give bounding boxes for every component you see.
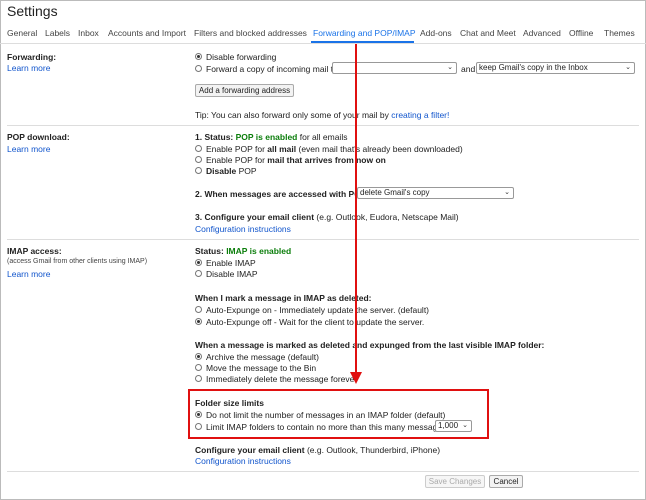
divider	[7, 239, 639, 240]
move-to-bin-radio[interactable]	[195, 364, 202, 371]
chevron-down-icon: ⌄	[625, 64, 631, 71]
chevron-down-icon: ⌄	[447, 64, 453, 71]
pop-all-mail-radio[interactable]	[195, 145, 202, 152]
forwarding-label: Forwarding:	[7, 52, 57, 62]
move-to-bin-label: Move the message to the Bin	[206, 363, 317, 373]
page-title: Settings	[7, 3, 58, 19]
tab-filters[interactable]: Filters and blocked addresses	[194, 28, 307, 38]
imap-status-value: IMAP is enabled	[226, 246, 292, 256]
opt1-bold: all mail	[267, 144, 297, 154]
tab-chat-meet[interactable]: Chat and Meet	[460, 28, 516, 38]
imap-configure-suffix: (e.g. Outlook, Thunderbird, iPhone)	[306, 445, 441, 455]
keep-copy-value: keep Gmail's copy in the Inbox	[479, 63, 588, 72]
imap-status-prefix: Status:	[195, 246, 224, 256]
imap-learn-more[interactable]: Learn more	[7, 269, 50, 279]
auto-expunge-on-radio[interactable]	[195, 306, 202, 313]
tab-advanced[interactable]: Advanced	[523, 28, 561, 38]
forward-copy-label: Forward a copy of incoming mail to	[206, 64, 338, 74]
tab-inbox[interactable]: Inbox	[78, 28, 99, 38]
pop-configure: 3. Configure your email client (e.g. Out…	[195, 212, 459, 222]
annotation-arrow-line	[355, 44, 357, 374]
forward-address-select[interactable]: ⌄	[332, 62, 457, 74]
opt3-suffix: POP	[238, 166, 257, 176]
save-changes-button[interactable]: Save Changes	[425, 475, 485, 488]
active-tab-indicator	[311, 41, 414, 43]
disable-forwarding-radio[interactable]	[195, 53, 202, 60]
keep-copy-select[interactable]: keep Gmail's copy in the Inbox ⌄	[476, 62, 635, 74]
divider	[7, 471, 639, 472]
pop-all-mail-label: Enable POP for all mail (even mail that'…	[206, 144, 463, 154]
enable-imap-label: Enable IMAP	[206, 258, 256, 268]
pop-from-now-label: Enable POP for mail that arrives from no…	[206, 155, 386, 165]
tab-forwarding[interactable]: Forwarding and POP/IMAP	[313, 28, 416, 38]
settings-tabs: General Labels Inbox Accounts and Import…	[0, 27, 646, 44]
delete-forever-radio[interactable]	[195, 375, 202, 382]
archive-radio[interactable]	[195, 353, 202, 360]
pop-status-prefix: 1. Status:	[195, 132, 234, 142]
imap-configuration-link[interactable]: Configuration instructions	[195, 456, 291, 466]
tab-accounts[interactable]: Accounts and Import	[108, 28, 186, 38]
add-forwarding-address-button[interactable]: Add a forwarding address	[195, 84, 294, 97]
imap-access-label: IMAP access:	[7, 246, 62, 256]
forward-copy-radio[interactable]	[195, 65, 202, 72]
disable-imap-radio[interactable]	[195, 270, 202, 277]
imap-expunged-heading: When a message is marked as deleted and …	[195, 340, 545, 350]
tab-addons[interactable]: Add-ons	[420, 28, 452, 38]
delete-forever-label: Immediately delete the message forever	[206, 374, 358, 384]
disable-imap-label: Disable IMAP	[206, 269, 258, 279]
auto-expunge-off-radio[interactable]	[195, 318, 202, 325]
tab-general[interactable]: General	[7, 28, 37, 38]
forwarding-tip: Tip: You can also forward only some of y…	[195, 110, 449, 120]
pop-configure-heading: 3. Configure your email client	[195, 212, 315, 222]
opt3-bold: Disable	[206, 166, 237, 176]
annotation-arrow-head	[350, 372, 362, 384]
pop-configuration-link[interactable]: Configuration instructions	[195, 224, 291, 234]
pop-download-label: POP download:	[7, 132, 70, 142]
tab-labels[interactable]: Labels	[45, 28, 70, 38]
cancel-button[interactable]: Cancel	[489, 475, 523, 488]
and-label: and	[461, 64, 476, 74]
imap-configure-heading: Configure your email client	[195, 445, 305, 455]
opt2-prefix: Enable POP for	[206, 155, 265, 165]
pop-action-value: delete Gmail's copy	[360, 188, 430, 197]
imap-deleted-heading: When I mark a message in IMAP as deleted…	[195, 293, 372, 303]
divider	[7, 125, 639, 126]
pop-disable-label: Disable POP	[206, 166, 257, 176]
pop-when-accessed-label: 2. When messages are accessed with POP	[195, 189, 367, 199]
pop-status-value: POP is enabled	[235, 132, 298, 142]
imap-configure: Configure your email client (e.g. Outloo…	[195, 445, 440, 455]
imap-access-sub: (access Gmail from other clients using I…	[7, 258, 148, 265]
auto-expunge-on-label: Auto-Expunge on - Immediately update the…	[206, 305, 430, 315]
archive-label: Archive the message (default)	[206, 352, 319, 362]
enable-imap-radio[interactable]	[195, 259, 202, 266]
pop-from-now-radio[interactable]	[195, 156, 202, 163]
pop-action-select[interactable]: delete Gmail's copy ⌄	[357, 187, 514, 199]
pop-learn-more[interactable]: Learn more	[7, 144, 50, 154]
pop-status: 1. Status: POP is enabled for all emails	[195, 132, 347, 142]
opt1-prefix: Enable POP for	[206, 144, 265, 154]
imap-status: Status: IMAP is enabled	[195, 246, 291, 256]
annotation-highlight-box	[188, 389, 489, 439]
tab-offline[interactable]: Offline	[569, 28, 593, 38]
chevron-down-icon: ⌄	[504, 189, 510, 196]
disable-forwarding-label: Disable forwarding	[206, 52, 277, 62]
opt1-suffix: (even mail that's already been downloade…	[298, 144, 463, 154]
forwarding-learn-more[interactable]: Learn more	[7, 63, 50, 73]
pop-disable-radio[interactable]	[195, 167, 202, 174]
auto-expunge-off-label: Auto-Expunge off - Wait for the client t…	[206, 317, 425, 327]
create-filter-link[interactable]: creating a filter!	[391, 110, 449, 120]
pop-status-suffix: for all emails	[299, 132, 348, 142]
tab-themes[interactable]: Themes	[604, 28, 635, 38]
opt2-bold: mail that arrives from now on	[267, 155, 386, 165]
tip-text: Tip: You can also forward only some of y…	[195, 110, 389, 120]
pop-configure-suffix: (e.g. Outlook, Eudora, Netscape Mail)	[316, 212, 459, 222]
